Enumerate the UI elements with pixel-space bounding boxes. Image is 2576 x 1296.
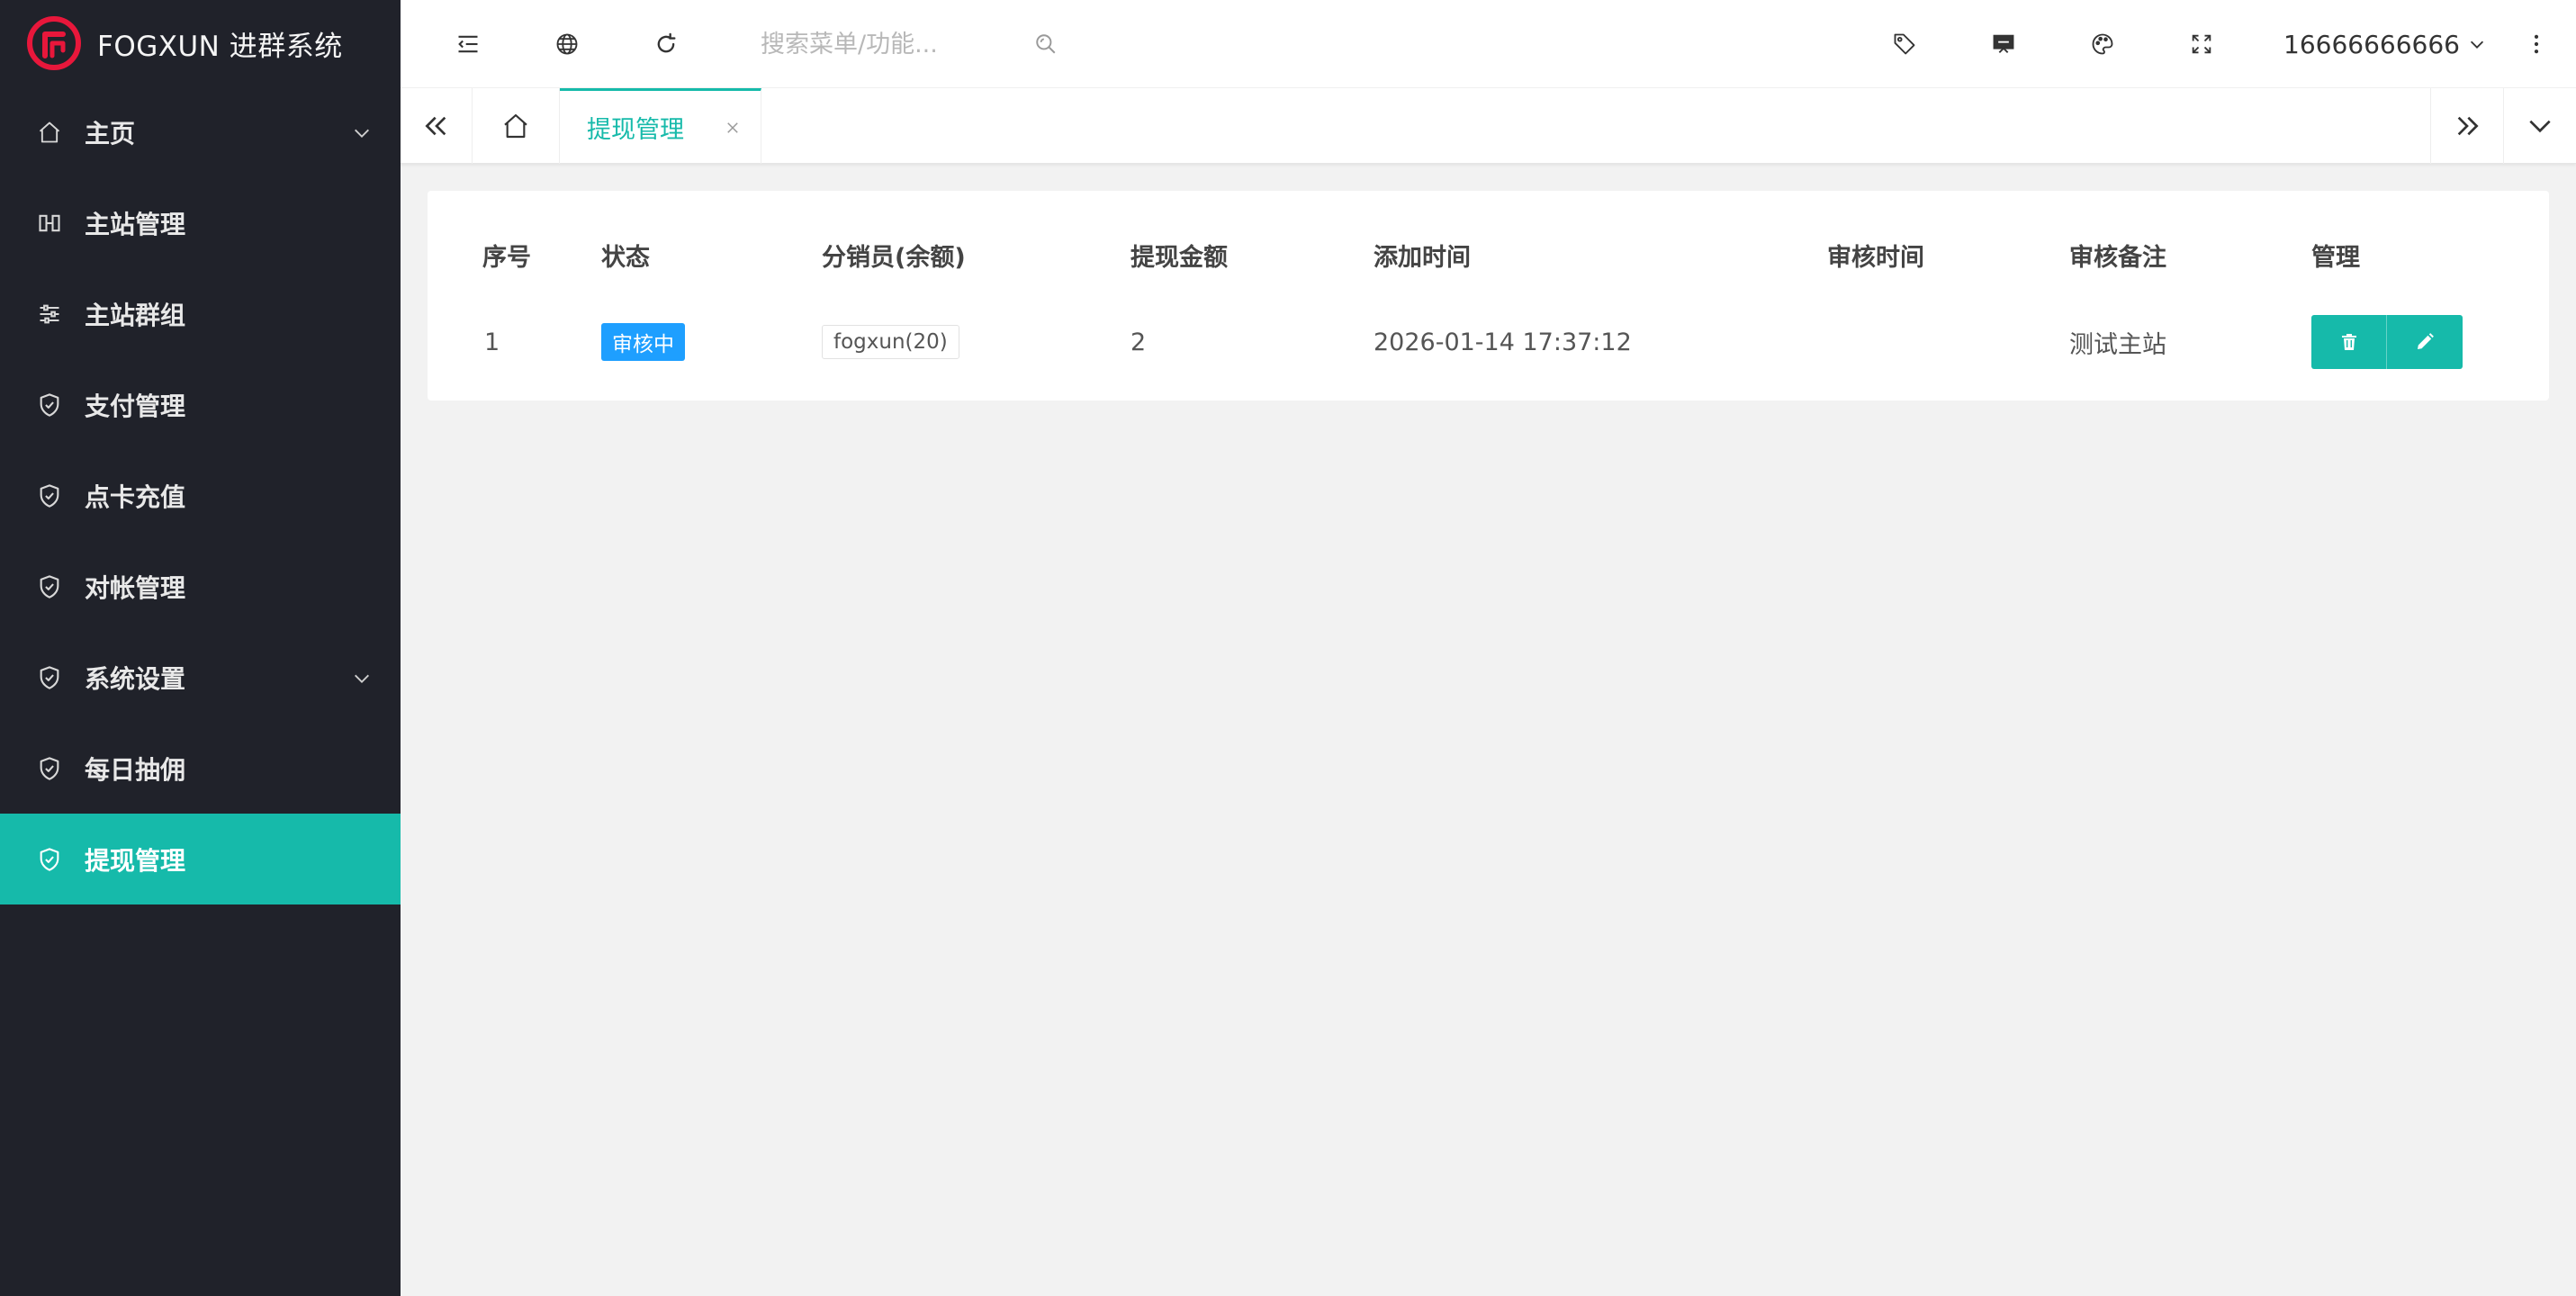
shield-check-icon [36,482,63,509]
theme-button[interactable] [2071,0,2134,88]
sliders-icon [36,301,63,328]
column-header: 添加时间 [1374,243,1471,272]
pencil-icon [2418,333,2434,349]
chevrons-right-icon [2457,116,2479,136]
delete-button[interactable] [2311,315,2387,369]
sidebar-item-label: 主站群组 [85,300,186,330]
columns-icon [36,210,63,237]
sidebar-item-label: 主页 [85,118,136,148]
notice-button[interactable] [1972,0,2035,88]
logo[interactable]: FOGXUN 进群系统 [0,0,401,86]
chevron-down-icon [355,129,369,138]
search-icon [1036,34,1056,54]
added-time-cell: 2026-01-14 17:37:12 [1374,328,1632,356]
palette-icon [2092,33,2113,55]
tab-bar: 提现管理 [401,88,2576,164]
close-icon[interactable] [725,120,741,136]
sidebar-item-card-recharge[interactable]: 点卡充值 [0,450,401,541]
sidebar-item-label: 点卡充值 [85,482,186,512]
status-cell: 审核中 [601,310,685,374]
column-header: 审核时间 [1827,243,1924,272]
status-badge: 审核中 [601,323,685,361]
globe-icon [556,33,578,55]
distributor-cell: fogxun(20) [822,310,959,374]
shield-check-icon [36,392,63,418]
chevrons-left-icon [424,116,446,136]
sidebar-item-label: 主站管理 [85,209,186,239]
sidebar: FOGXUN 进群系统 主页 主站管理 主站群组 支付管理 点卡充值 对帐管理 … [0,0,401,1296]
tab-withdrawal-management[interactable]: 提现管理 [560,88,761,164]
sidebar-item-payment[interactable]: 支付管理 [0,359,401,450]
edit-button[interactable] [2387,315,2463,369]
trash-icon [2341,334,2356,350]
column-header: 管理 [2311,243,2360,272]
search-button[interactable] [1031,29,1061,59]
collapse-sidebar-button[interactable] [437,0,500,88]
column-header: 序号 [482,243,531,272]
refresh-icon [657,32,676,53]
tabs-scroll-right-button[interactable] [2430,88,2503,164]
fogxun-logo-icon [27,16,81,70]
tabs-scroll-left-button[interactable] [401,88,473,164]
shield-check-icon [36,846,63,873]
sidebar-item-label: 提现管理 [85,845,186,876]
tab-home[interactable] [473,88,560,164]
website-button[interactable] [536,0,599,88]
tabs-dropdown-button[interactable] [2503,88,2576,164]
more-vertical-icon [2534,34,2539,54]
tab-label: 提现管理 [587,116,684,144]
column-header: 状态 [601,243,650,272]
sidebar-item-daily-commission[interactable]: 每日抽佣 [0,723,401,814]
chevron-down-icon [2529,120,2551,133]
sidebar-item-label: 对帐管理 [85,572,186,603]
sidebar-item-home[interactable]: 主页 [0,86,401,177]
refresh-button[interactable] [635,0,698,88]
sidebar-item-label: 系统设置 [85,663,186,694]
home-icon [36,119,63,146]
actions-cell [2311,310,2463,374]
app-title: FOGXUN 进群系统 [97,30,343,63]
review-note-cell: 测试主站 [2069,330,2166,359]
fullscreen-button[interactable] [2170,0,2233,88]
board-icon [1993,34,2014,53]
user-name: 16666666666 [2283,29,2460,59]
distributor-tag: fogxun(20) [822,325,959,359]
home-icon [504,113,527,139]
chevron-down-icon [355,674,369,683]
row-index: 1 [484,328,500,356]
amount-cell: 2 [1130,328,1147,356]
more-button[interactable] [2505,0,2568,88]
search-box [761,22,1067,67]
sidebar-item-system-settings[interactable]: 系统设置 [0,632,401,723]
tag-button[interactable] [1873,0,1936,88]
fullscreen-icon [2192,34,2211,54]
search-input[interactable] [761,30,1004,58]
shield-check-icon [36,755,63,782]
column-header: 分销员(余额) [822,243,966,272]
shield-check-icon [36,573,63,600]
shield-check-icon [36,664,63,691]
sidebar-item-withdrawal[interactable]: 提现管理 [0,814,401,904]
table-header: 序号 状态 分销员(余额) 提现金额 添加时间 审核时间 审核备注 管理 [428,232,2549,277]
menu-collapse-icon [458,35,478,53]
withdrawal-table-card: 序号 状态 分销员(余额) 提现金额 添加时间 审核时间 审核备注 管理 1 审… [428,191,2549,400]
tag-icon [1894,33,1915,55]
column-header: 提现金额 [1130,243,1228,272]
sidebar-item-label: 每日抽佣 [85,754,186,785]
user-menu[interactable]: 16666666666 [2283,0,2487,88]
sidebar-item-main-site[interactable]: 主站管理 [0,177,401,268]
sidebar-item-site-groups[interactable]: 主站群组 [0,268,401,359]
sidebar-item-reconciliation[interactable]: 对帐管理 [0,541,401,632]
top-header: 16666666666 [401,0,2576,88]
chevron-down-icon [2470,40,2484,49]
table-row: 1 审核中 fogxun(20) 2 2026-01-14 17:37:12 测… [428,310,2549,374]
column-header: 审核备注 [2069,243,2166,272]
sidebar-item-label: 支付管理 [85,391,186,421]
